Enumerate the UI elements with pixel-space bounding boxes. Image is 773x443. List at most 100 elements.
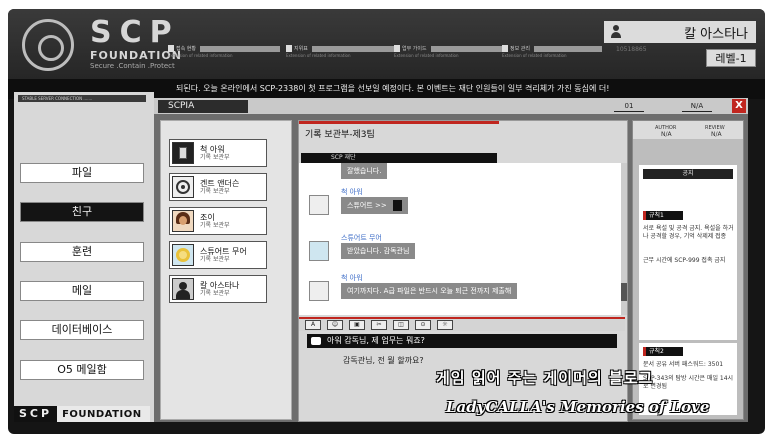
field-icon: [168, 45, 174, 52]
contact-name: 칼 아스타나: [200, 281, 240, 290]
contact-role: 기록 보관부: [200, 290, 230, 297]
contact-role: 기록 보관부: [200, 256, 230, 263]
field-bar: [534, 45, 602, 52]
field-sub: Extension of related information: [394, 53, 459, 58]
message-bubble: 잘했습니다.: [341, 163, 388, 179]
chat-title: 기록 보관부-제3팀: [299, 121, 499, 141]
field-bar: [311, 45, 398, 52]
user-name: 칼 아스타나: [684, 26, 748, 42]
lion-avatar-icon: [172, 244, 194, 266]
reply-option-2[interactable]: 감독관님, 전 뭘 할까요?: [343, 355, 424, 366]
scissors-icon[interactable]: ✂: [371, 320, 387, 330]
sidebar-item-friends[interactable]: 친구: [20, 202, 144, 222]
field-icon: [394, 45, 400, 52]
record-icon[interactable]: ⊙: [415, 320, 431, 330]
message-bubble: 받았습니다. 감독관님: [341, 243, 416, 259]
contact-name: 척 아워: [200, 145, 225, 154]
image-icon[interactable]: ▣: [349, 320, 365, 330]
field-label: 업무 가이드: [402, 46, 427, 52]
message-author: 척 아워: [341, 188, 363, 196]
rule-extra: SCP-343의 탐방 시간은 매일 14시로 변경됨: [643, 375, 734, 390]
chat-subtitle: SCP 재단: [301, 153, 497, 163]
emoji-icon[interactable]: ☺: [327, 320, 343, 330]
notice-title: 공지: [643, 169, 733, 179]
silhouette-avatar-icon: [172, 278, 194, 300]
target-avatar-icon: [172, 176, 194, 198]
rule-tag: 규칙2: [643, 347, 683, 356]
sidebar-item-mail[interactable]: 메일: [20, 281, 144, 301]
reply-option-text: 아워 감독님, 제 업무는 뭐죠?: [327, 336, 425, 345]
message-bubble: 여기까지다. A급 파일은 반드시 오늘 퇴근 전까지 제출해: [341, 283, 518, 299]
field-sub: Extension of related information: [286, 53, 351, 58]
brand: SCP FOUNDATION Secure .Contain .Protect: [90, 17, 182, 71]
notice-box: 공지 규칙1 서로 욕설 및 공격 금지. 욕설을 하거나 공격할 경우, 기억…: [639, 165, 737, 340]
chat-log[interactable]: 잘했습니다. 척 아워 스튜어트 >> 스튜어트 무어 받았습니다. 감독관님 …: [299, 163, 621, 315]
scp-logo-icon: [22, 19, 74, 71]
speech-bubble-icon: [311, 337, 321, 345]
watermark-english: LadyCALLA's Memories of Love: [446, 398, 710, 416]
contact-role: 기록 보관부: [200, 222, 230, 229]
top-header: SCP FOUNDATION Secure .Contain .Protect …: [8, 9, 765, 79]
contact-role: 기록 보관부: [200, 188, 230, 195]
attach-icon[interactable]: ◫: [393, 320, 409, 330]
robot-avatar-icon: [172, 142, 194, 164]
message-bubble: 스튜어트 >>: [341, 197, 408, 214]
top-cell-1: 01: [614, 100, 644, 112]
text-format-icon[interactable]: A: [305, 320, 321, 330]
top-cell-2: N/A: [682, 100, 712, 112]
contact-role: 기록 보관부: [200, 154, 230, 161]
contact-name: 조이: [200, 213, 215, 222]
chat-scroll-thumb[interactable]: [621, 283, 627, 301]
field-bar: [200, 45, 280, 52]
settings-icon[interactable]: ☼: [437, 320, 453, 330]
field-label: 지위표: [294, 46, 308, 52]
watermark-korean: 게임 읽어 주는 게이머의 블로그: [436, 369, 654, 387]
head-value: N/A: [661, 131, 672, 138]
message-author: 척 아워: [341, 274, 363, 282]
header-field-status[interactable]: 접속 현황 Extension of related information: [168, 45, 280, 58]
message-author: 스튜어트 무어: [341, 234, 382, 242]
chat-toolbar: A ☺ ▣ ✂ ◫ ⊙ ☼: [299, 317, 625, 331]
field-label: 접속 현황: [176, 46, 196, 52]
user-id: 10518865: [616, 46, 647, 53]
sidebar-item-files[interactable]: 파일: [20, 163, 144, 183]
field-label: 정보 관리: [510, 46, 530, 52]
field-bar: [430, 45, 506, 52]
contact-name: 겐트 앤더슨: [200, 179, 240, 188]
header-field-guide[interactable]: 업무 가이드 Extension of related information: [394, 45, 506, 58]
field-icon: [502, 45, 508, 52]
contact-item-stuart[interactable]: 스튜어트 무어 기록 보관부: [169, 241, 267, 269]
sidebar: STABLE SERVER CONNECTION ....... 파일 친구 훈…: [14, 92, 154, 422]
contact-item-karl[interactable]: 칼 아스타나 기록 보관부: [169, 275, 267, 303]
brand-motto: Secure .Contain .Protect: [90, 62, 175, 70]
user-name-box[interactable]: 칼 아스타나: [604, 21, 756, 43]
contact-item-joy[interactable]: 조이 기록 보관부: [169, 207, 267, 235]
footer-logo-text: FOUNDATION: [62, 408, 142, 420]
robot-avatar-icon: [309, 281, 329, 301]
sidebar-item-o5-mail[interactable]: O5 메일함: [20, 360, 144, 380]
reply-option-1[interactable]: 아워 감독님, 제 업무는 뭐죠?: [307, 334, 617, 348]
lion-avatar-icon: [309, 241, 329, 261]
user-icon: [610, 25, 622, 39]
woman-avatar-icon: [172, 210, 194, 232]
header-field-rank[interactable]: 지위표 Extension of related information: [286, 45, 398, 58]
contact-item-chuck[interactable]: 척 아워 기록 보관부: [169, 139, 267, 167]
robot-avatar-icon: [309, 195, 329, 215]
window-titlebar: SCPIA 01 N/A X: [154, 98, 748, 114]
level-badge: 레벨-1: [706, 49, 756, 67]
connection-status: STABLE SERVER CONNECTION .......: [18, 95, 146, 102]
sidebar-item-training[interactable]: 훈련: [20, 242, 144, 262]
field-sub: Extension of related information: [502, 53, 567, 58]
header-field-info[interactable]: 정보 관리 Extension of related information: [502, 45, 602, 58]
contact-item-gent[interactable]: 겐트 앤더슨 기록 보관부: [169, 173, 267, 201]
message-text: 스튜어트 >>: [347, 201, 387, 210]
footer-logo-mark: SCP: [14, 406, 58, 422]
sidebar-item-database[interactable]: 데이터베이스: [20, 320, 144, 340]
file-icon[interactable]: [392, 200, 402, 211]
rule-text: 서로 욕설 및 공격 금지. 욕설을 하거나 공격할 경우, 기억 삭제제 접종: [643, 225, 734, 240]
rule-text: 문서 공유 서버 패스워드: 3501: [643, 361, 724, 368]
window-title: SCPIA: [158, 100, 248, 113]
close-button[interactable]: X: [732, 99, 746, 113]
rule-extra: 근무 시간에 SCP-999 접촉 금지: [643, 257, 726, 264]
rule-tag: 규칙1: [643, 211, 683, 220]
